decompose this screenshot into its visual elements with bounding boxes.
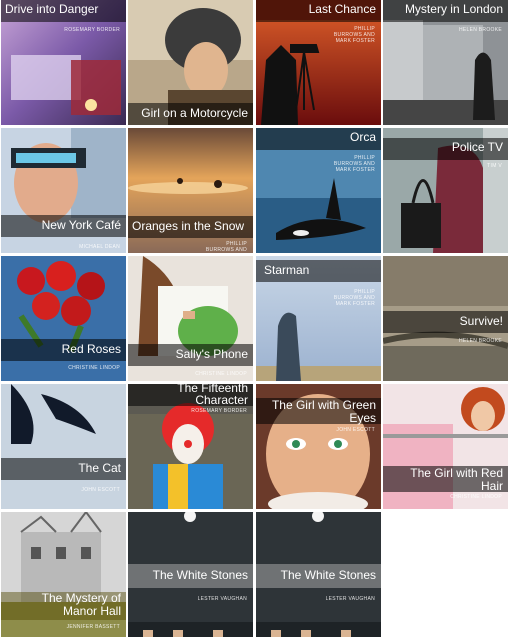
book-title: The White Stones <box>152 568 248 582</box>
book-tile-the-cat[interactable]: The Cat JOHN ESCOTT <box>1 384 126 509</box>
book-tile-the-fifteenth-character[interactable]: The Fifteenth Character ROSEMARY BORDER <box>128 384 253 509</box>
book-tile-police-tv[interactable]: Police TV TIM V <box>383 128 508 253</box>
book-tile-starman[interactable]: Starman PHILLIP BURROWS AND MARK FOSTER <box>256 256 381 381</box>
book-author: CHRISTINE LINDOP <box>195 371 247 377</box>
book-title: Girl on a Motorcycle <box>141 106 248 120</box>
book-title: The Mystery of Manor Hall <box>41 591 121 618</box>
book-title: The White Stones <box>280 568 376 582</box>
book-tile-the-girl-with-red-hair[interactable]: The Girl with Red Hair CHRISTINE LINDOP <box>383 384 508 509</box>
book-author: HELEN BROOKE <box>458 27 502 33</box>
book-title: Survive! <box>459 314 503 328</box>
book-tile-the-white-stones-2[interactable]: The White Stones LESTER VAUGHAN <box>256 512 381 637</box>
book-author: HELEN BROOKE <box>458 338 502 344</box>
book-cover-grid: Drive into Danger ROSEMARY BORDER Girl o… <box>0 0 510 641</box>
book-title: Last Chance <box>308 2 376 16</box>
book-tile-mystery-in-london[interactable]: Mystery in London HELEN BROOKE <box>383 0 508 125</box>
book-tile-girl-on-a-motorcycle[interactable]: Girl on a Motorcycle <box>128 0 253 125</box>
book-title: The Fifteenth Character <box>177 384 248 407</box>
book-author: JOHN ESCOTT <box>81 487 120 493</box>
book-tile-sallys-phone[interactable]: Sally's Phone CHRISTINE LINDOP <box>128 256 253 381</box>
book-title: Starman <box>264 263 310 277</box>
cover-image <box>1 256 126 381</box>
book-tile-the-white-stones-1[interactable]: The White Stones LESTER VAUGHAN <box>128 512 253 637</box>
book-author: CHRISTINE LINDOP <box>450 494 502 500</box>
book-title: Red Roses <box>61 342 121 356</box>
book-tile-the-mystery-of-manor-hall[interactable]: The Mystery of Manor Hall JENNIFER BASSE… <box>1 512 126 637</box>
book-author: LESTER VAUGHAN <box>197 596 247 602</box>
book-author: JENNIFER BASSETT <box>66 624 120 630</box>
book-title: The Cat <box>78 461 121 475</box>
book-author: CHRISTINE LINDOP <box>68 365 120 371</box>
book-tile-drive-into-danger[interactable]: Drive into Danger ROSEMARY BORDER <box>1 0 126 125</box>
book-title: Oranges in the Snow <box>132 219 245 233</box>
book-tile-oranges-in-the-snow[interactable]: Oranges in the Snow PHILLIP BURROWS AND … <box>128 128 253 253</box>
book-title: Sally's Phone <box>175 347 248 361</box>
book-title: Police TV <box>451 140 503 154</box>
book-tile-orca[interactable]: Orca PHILLIP BURROWS AND MARK FOSTER <box>256 128 381 253</box>
book-author: PHILLIP BURROWS AND MARK FOSTER <box>333 155 375 173</box>
book-title: The Girl with Red Hair <box>410 466 503 493</box>
book-tile-red-roses[interactable]: Red Roses CHRISTINE LINDOP <box>1 256 126 381</box>
book-title: New York Café <box>41 218 121 232</box>
book-author: PHILLIP BURROWS AND MARK FOSTER <box>333 26 375 44</box>
book-tile-new-york-cafe[interactable]: New York Café MICHAEL DEAN <box>1 128 126 253</box>
book-author: ROSEMARY BORDER <box>64 27 120 33</box>
book-tile-last-chance[interactable]: Last Chance PHILLIP BURROWS AND MARK FOS… <box>256 0 381 125</box>
book-author: ROSEMARY BORDER <box>191 408 247 414</box>
book-title: Mystery in London <box>404 2 503 16</box>
book-title: Drive into Danger <box>5 2 99 16</box>
book-author: PHILLIP BURROWS AND MARK FOSTER <box>205 241 247 253</box>
book-tile-survive[interactable]: Survive! HELEN BROOKE <box>383 256 508 381</box>
book-author: TIM V <box>487 163 502 169</box>
book-author: PHILLIP BURROWS AND MARK FOSTER <box>333 289 375 307</box>
book-author: MICHAEL DEAN <box>79 244 120 250</box>
book-author: LESTER VAUGHAN <box>325 596 375 602</box>
book-title: The Girl with Green Eyes <box>271 398 376 425</box>
book-title: Orca <box>349 130 376 144</box>
book-tile-the-girl-with-green-eyes[interactable]: The Girl with Green Eyes JOHN ESCOTT <box>256 384 381 509</box>
book-author: JOHN ESCOTT <box>336 427 375 433</box>
